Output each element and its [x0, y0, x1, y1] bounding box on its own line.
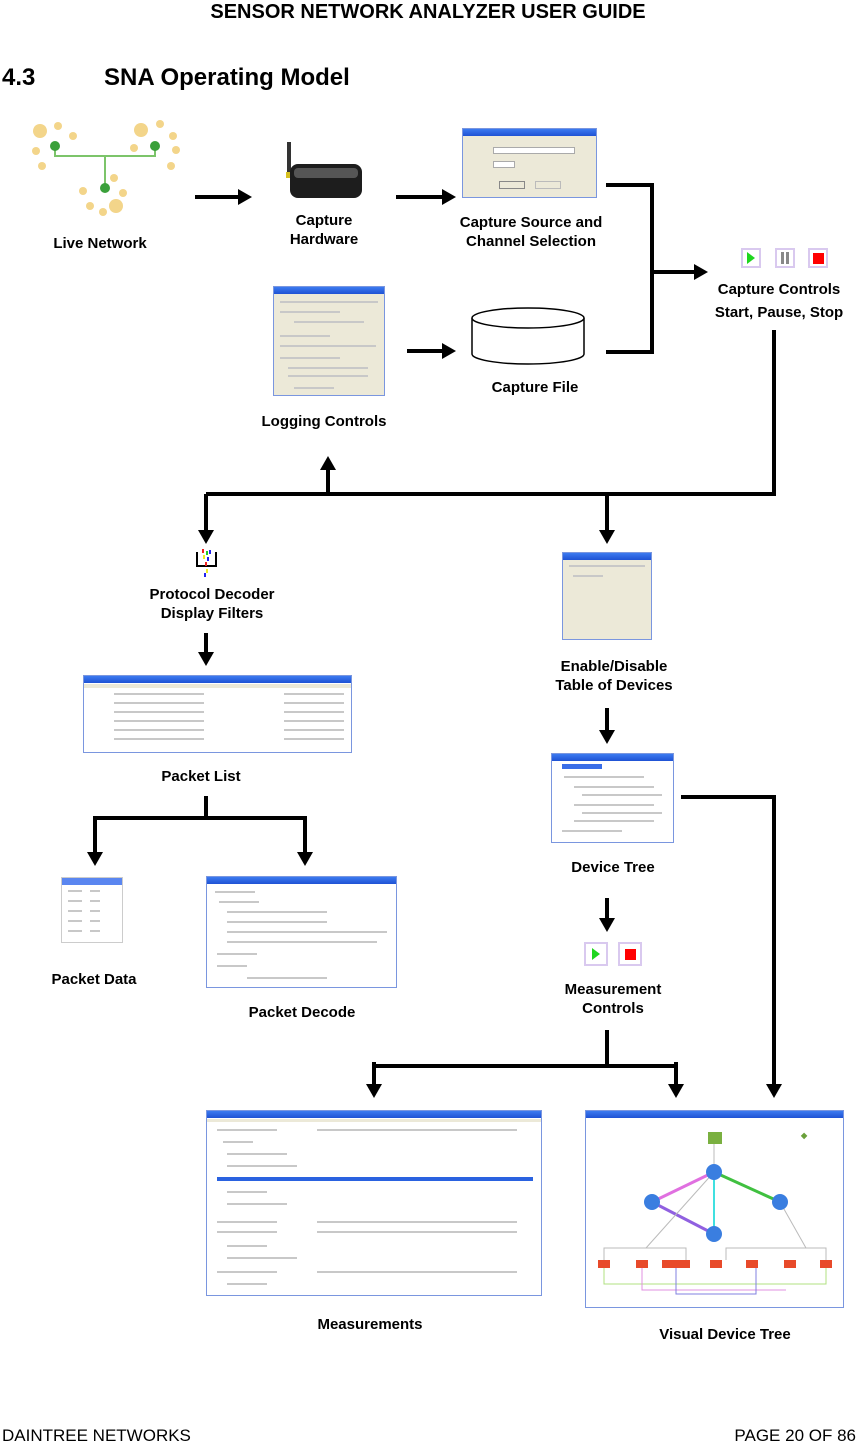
visual-device-tree-thumbnail: ◆ [585, 1110, 844, 1308]
label-measurements: Measurements [317, 1316, 423, 1333]
play-icon [592, 948, 600, 960]
device-tree-thumbnail [551, 753, 674, 843]
footer-company: DAINTREE NETWORKS [2, 1426, 191, 1445]
capture-pause-button[interactable] [775, 248, 795, 268]
play-icon [747, 252, 755, 264]
packet-list-thumbnail [83, 675, 352, 753]
capture-hardware-icon [286, 142, 362, 198]
label-capture-hardware: Capture Hardware [289, 212, 359, 248]
protocol-decoder-icon [196, 549, 217, 577]
label-capture-controls: Capture Controls Start, Pause, Stop [714, 281, 844, 321]
label-visual-device-tree: Visual Device Tree [659, 1326, 791, 1343]
live-network-icon [32, 120, 180, 216]
label-logging-controls: Logging Controls [261, 413, 387, 430]
label-capture-file: Capture File [491, 379, 579, 396]
connector-device-tree-to-visual [681, 795, 776, 1090]
label-packet-list: Packet List [161, 768, 241, 781]
label-device-tree: Device Tree [571, 859, 655, 876]
packet-data-thumbnail [61, 877, 123, 943]
enable-disable-thumbnail [562, 552, 652, 640]
label-capture-source: Capture Source and Channel Selection [459, 214, 603, 250]
svg-text:◆: ◆ [800, 1131, 808, 1140]
measurements-thumbnail [206, 1110, 542, 1296]
stop-icon [624, 948, 636, 960]
logging-controls-thumbnail [273, 286, 385, 396]
network-graph-icon: ◆ [598, 1131, 832, 1295]
capture-stop-button[interactable] [808, 248, 828, 268]
label-packet-decode: Packet Decode [248, 1004, 356, 1021]
label-protocol-decoder: Protocol Decoder Display Filters [149, 586, 275, 622]
packet-decode-thumbnail [206, 876, 397, 988]
measurement-stop-button[interactable] [618, 942, 642, 966]
connector-packet-list-split [93, 796, 208, 860]
capture-source-thumbnail [462, 128, 597, 198]
capture-file-icon [471, 307, 585, 365]
stop-icon [812, 252, 824, 264]
pause-icon [781, 252, 789, 264]
footer-page-number: PAGE 20 OF 86 [734, 1426, 856, 1445]
label-packet-data: Packet Data [51, 971, 137, 988]
label-measurement-controls: Measurement Controls [564, 981, 662, 1017]
label-live-network: Live Network [53, 235, 147, 252]
label-enable-disable: Enable/Disable Table of Devices [555, 658, 673, 694]
measurement-start-button[interactable] [584, 942, 608, 966]
connector-source-to-controls [606, 183, 654, 354]
connector-measurement-split [372, 1030, 609, 1090]
capture-start-button[interactable] [741, 248, 761, 268]
